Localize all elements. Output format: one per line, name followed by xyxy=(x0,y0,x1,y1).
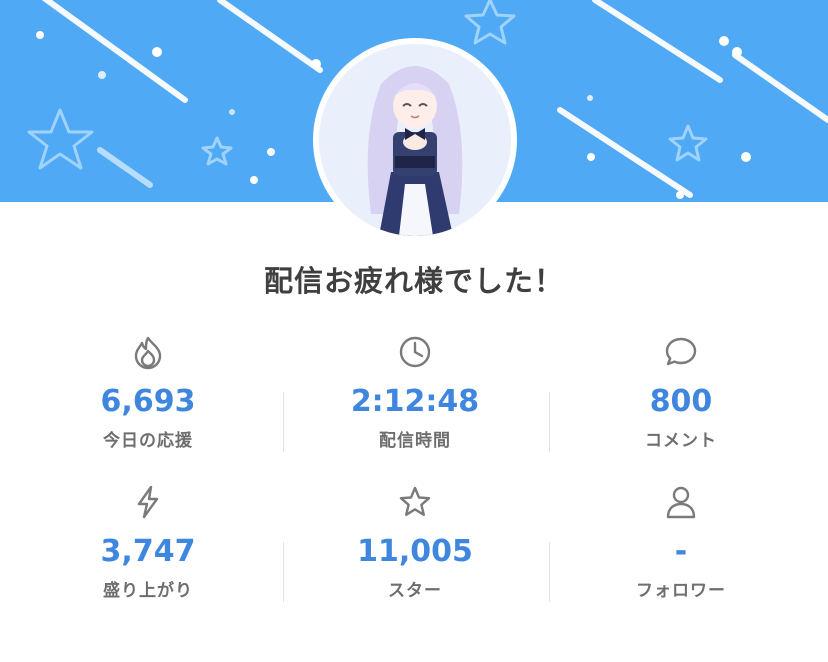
divider xyxy=(549,392,550,452)
stat-label: 今日の応援 xyxy=(103,431,193,451)
stat-stream-time: 2:12:48 配信時間 xyxy=(315,334,515,451)
star-icon xyxy=(399,486,431,516)
clock-icon xyxy=(399,336,431,368)
comment-icon xyxy=(665,337,697,366)
stat-label: 盛り上がり xyxy=(103,581,193,601)
stat-followers: - フォロワー xyxy=(581,484,781,601)
divider xyxy=(283,392,284,452)
stat-label: 配信時間 xyxy=(379,431,451,451)
stat-value: 11,005 xyxy=(357,534,473,569)
stat-support: 6,693 今日の応援 xyxy=(48,334,248,451)
page-title: 配信お疲れ様でした！ xyxy=(263,264,564,298)
stat-excitement: 3,747 盛り上がり xyxy=(48,484,248,601)
stat-value: 800 xyxy=(649,384,713,419)
stat-value: 3,747 xyxy=(100,534,196,569)
flame-icon xyxy=(134,336,162,370)
divider xyxy=(283,542,284,602)
person-icon xyxy=(666,486,696,519)
avatar-frame xyxy=(313,38,517,242)
stat-label: フォロワー xyxy=(636,581,726,601)
stat-label: スター xyxy=(388,581,442,601)
stat-label: コメント xyxy=(645,431,717,451)
avatar-illustration xyxy=(319,44,511,236)
stat-stars: 11,005 スター xyxy=(315,484,515,601)
lightning-icon xyxy=(137,485,159,519)
divider xyxy=(549,542,550,602)
stat-value: 2:12:48 xyxy=(350,384,480,419)
stat-comments: 800 コメント xyxy=(581,334,781,451)
stat-value: - xyxy=(674,534,688,569)
stat-value: 6,693 xyxy=(100,384,196,419)
avatar xyxy=(319,44,511,236)
